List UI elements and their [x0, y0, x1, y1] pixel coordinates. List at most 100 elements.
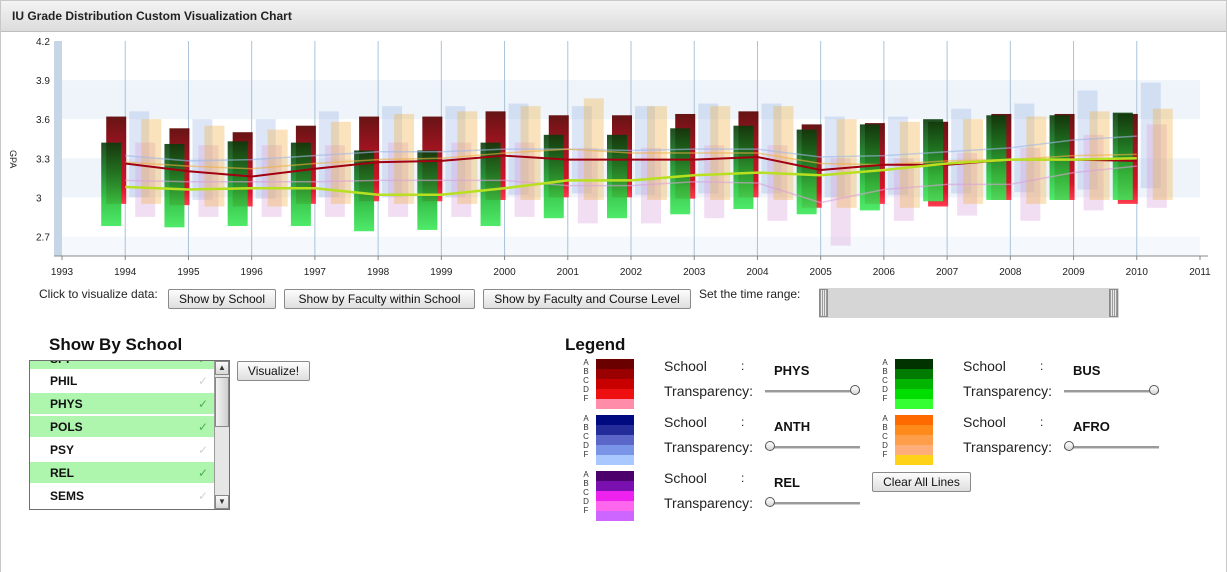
bar-bus	[227, 141, 248, 227]
legend-transparency-label: Transparency:	[963, 439, 1052, 455]
legend-transparency-label: Transparency:	[664, 495, 753, 511]
visualize-data-label: Click to visualize data:	[39, 287, 158, 301]
x-tick-label: 1995	[177, 267, 200, 278]
x-tick-label: 2007	[936, 267, 959, 278]
time-range-end-handle[interactable]	[1109, 289, 1118, 317]
bar-bus	[101, 142, 122, 227]
transparency-slider-phys[interactable]	[765, 385, 860, 395]
time-range-label: Set the time range:	[699, 287, 801, 301]
x-tick-label: 1997	[304, 267, 327, 278]
y-axis-label: GPA	[8, 150, 18, 168]
x-tick-label: 2005	[810, 267, 833, 278]
bar-afro	[204, 125, 225, 207]
legend-school-name: ANTH	[774, 419, 811, 434]
show-by-faculty-button[interactable]: Show by Faculty within School	[284, 289, 475, 309]
x-tick-label: 2000	[493, 267, 516, 278]
time-range-slider[interactable]	[819, 288, 1119, 318]
legend-transparency-label: Transparency:	[664, 383, 753, 399]
check-icon: ✓	[197, 466, 208, 480]
list-item-label: SPP	[50, 361, 74, 366]
list-item-psy[interactable]: PSY ✓	[30, 439, 214, 461]
legend-swatch-bus	[895, 359, 933, 409]
transparency-knob[interactable]	[1064, 441, 1074, 451]
bar-bus	[543, 134, 564, 219]
scroll-thumb[interactable]	[215, 377, 229, 427]
grade-letters: ABCDF	[583, 414, 589, 459]
y-tick-label: 3.3	[36, 154, 50, 165]
list-item-phys[interactable]: PHYS ✓	[30, 393, 214, 415]
y-tick-label: 3	[36, 193, 42, 204]
bar-bus	[607, 134, 627, 219]
school-listbox[interactable]: SPP ✓ PHIL ✓ PHYS ✓ POLS ✓ PSY ✓ REL ✓ SEMS ✓ ▲ ▼	[29, 360, 230, 510]
bar-bus	[417, 150, 438, 230]
transparency-slider-bus[interactable]	[1064, 385, 1159, 395]
legend-colon: :	[1040, 415, 1044, 429]
x-tick-label: 2001	[557, 267, 580, 278]
legend-school-label: School	[664, 358, 707, 374]
legend-colon: :	[741, 359, 745, 373]
legend-school-name: AFRO	[1073, 419, 1110, 434]
transparency-slider-afro[interactable]	[1064, 441, 1159, 451]
legend-swatch-rel	[596, 471, 634, 521]
check-icon: ✓	[197, 374, 208, 388]
transparency-knob[interactable]	[765, 441, 775, 451]
scroll-up-icon[interactable]: ▲	[215, 361, 229, 375]
x-tick-label: 2003	[683, 267, 706, 278]
x-tick-label: 2010	[1126, 267, 1149, 278]
bar-bus	[796, 129, 817, 215]
x-tick-label: 1998	[367, 267, 390, 278]
list-item-rel[interactable]: REL ✓	[30, 462, 214, 484]
x-tick-label: 2002	[620, 267, 643, 278]
legend-swatch-phys	[596, 359, 634, 409]
list-item-pols[interactable]: POLS ✓	[30, 416, 214, 438]
list-item-label: PSY	[50, 443, 75, 457]
bar-bus	[986, 115, 1007, 200]
show-by-faculty-course-button[interactable]: Show by Faculty and Course Level	[483, 289, 691, 309]
bar-bus	[923, 119, 944, 202]
clear-all-lines-button[interactable]: Clear All Lines	[872, 472, 971, 492]
check-icon: ✓	[197, 397, 208, 411]
legend-colon: :	[1040, 359, 1044, 373]
legend-school-name: BUS	[1073, 363, 1101, 378]
bar-bus	[164, 143, 185, 228]
check-icon: ✓	[197, 420, 208, 434]
bar-afro	[141, 119, 162, 204]
legend-school-label: School	[963, 414, 1006, 430]
bar-bus	[290, 142, 311, 227]
grade-letters: ABCDF	[882, 358, 888, 403]
legend-school-label: School	[963, 358, 1006, 374]
y-tick-label: 3.6	[36, 115, 50, 126]
list-item-sems[interactable]: SEMS ✓	[30, 485, 214, 507]
transparency-knob[interactable]	[765, 497, 775, 507]
x-tick-label: 2006	[873, 267, 896, 278]
legend-school-name: REL	[774, 475, 800, 490]
legend-swatch-afro	[895, 415, 933, 465]
x-tick-label: 1993	[51, 267, 74, 278]
list-item-label: PHYS	[50, 397, 83, 411]
legend-swatch-anth	[596, 415, 634, 465]
check-icon: ✓	[197, 489, 208, 503]
list-item-phil[interactable]: PHIL ✓	[30, 370, 214, 392]
transparency-slider-rel[interactable]	[765, 497, 860, 507]
listbox-scrollbar[interactable]: ▲ ▼	[214, 361, 229, 509]
window-title-bar: IU Grade Distribution Custom Visualizati…	[0, 0, 1227, 32]
x-tick-label: 2004	[746, 267, 769, 278]
legend-colon: :	[741, 471, 745, 485]
list-item-spp[interactable]: SPP ✓	[30, 361, 214, 370]
time-range-start-handle[interactable]	[819, 289, 828, 317]
show-by-school-button[interactable]: Show by School	[168, 289, 276, 309]
legend-transparency-label: Transparency:	[664, 439, 753, 455]
x-tick-label: 1999	[430, 267, 453, 278]
show-by-school-heading: Show By School	[49, 335, 183, 354]
x-tick-label: 2009	[1062, 267, 1085, 278]
check-icon: ✓	[197, 443, 208, 457]
transparency-knob[interactable]	[849, 385, 860, 395]
transparency-slider-anth[interactable]	[765, 441, 860, 451]
scroll-down-icon[interactable]: ▼	[215, 495, 229, 509]
y-axis-bar	[54, 41, 62, 256]
gpa-chart: 2.7 3 3.3 3.6 3.9 4.2 GPA 1993 1994 1995 1996 1997 1…	[8, 37, 1211, 278]
bar-bus	[670, 128, 691, 215]
transparency-knob[interactable]	[1148, 385, 1159, 395]
bar-bus	[1112, 112, 1133, 200]
visualize-button[interactable]: Visualize!	[237, 361, 310, 381]
